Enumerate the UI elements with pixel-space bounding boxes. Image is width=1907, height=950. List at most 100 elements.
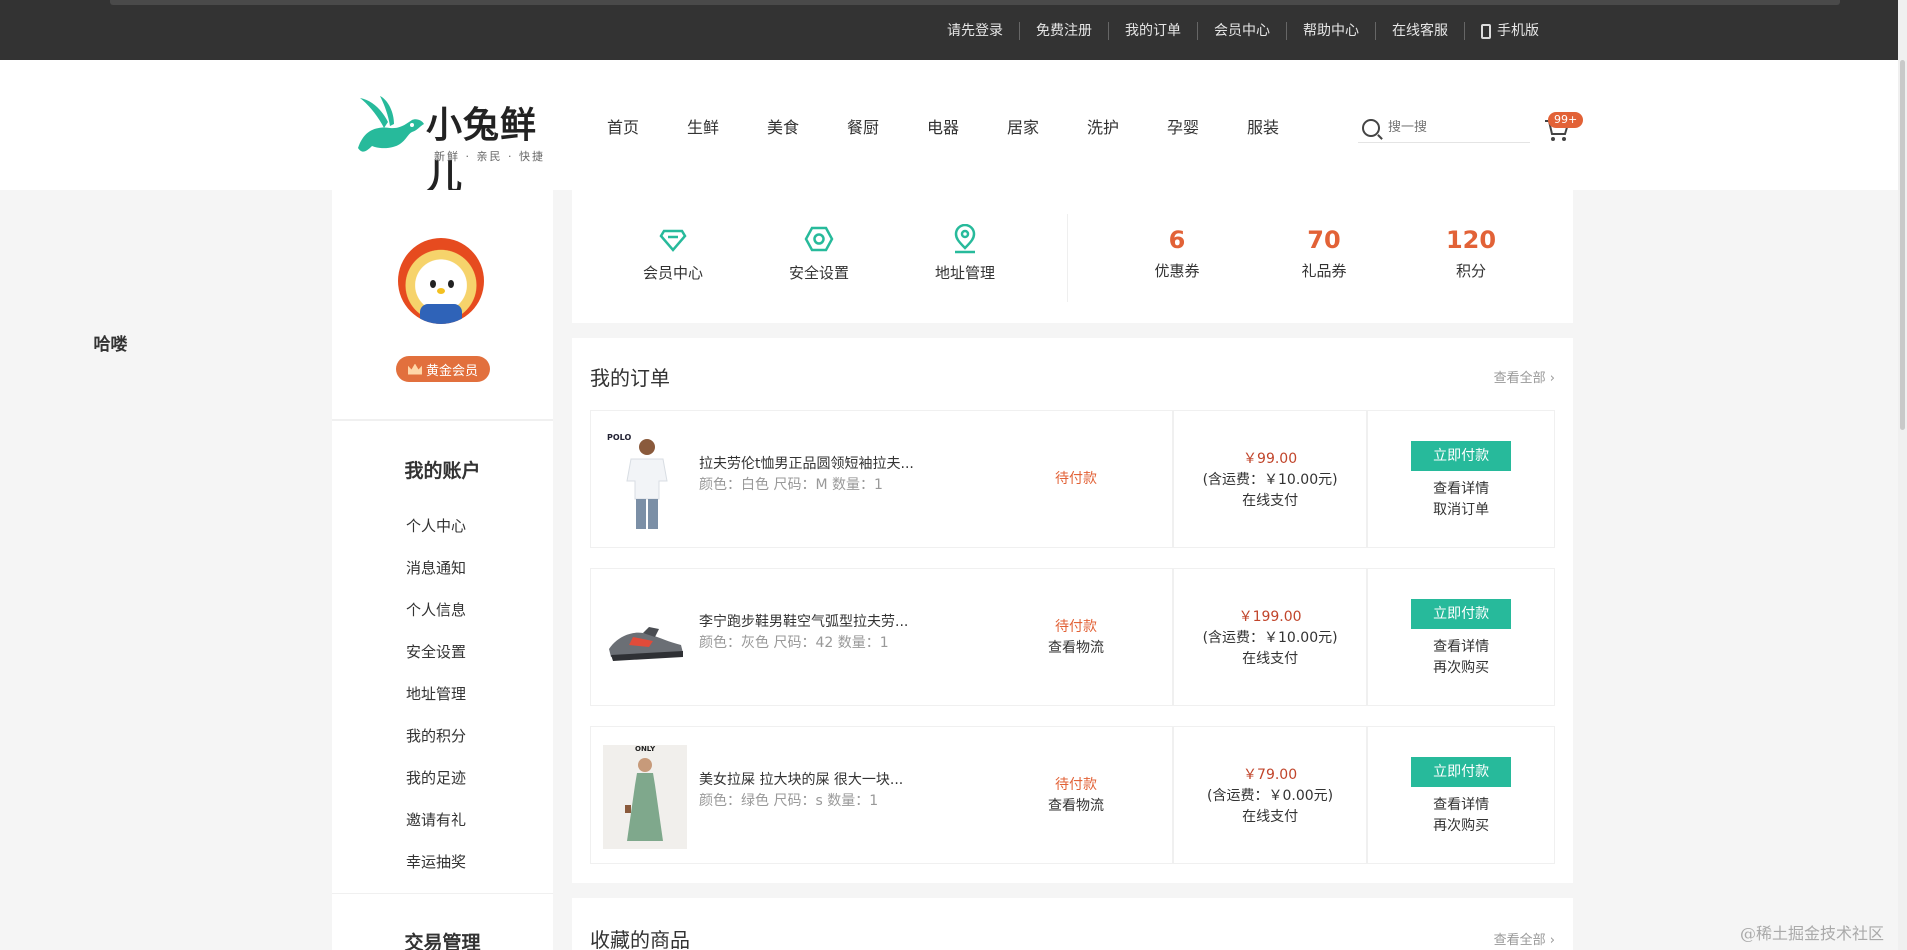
- stat-coupons[interactable]: 6 优惠券: [1117, 226, 1237, 281]
- running-shoe-image: [603, 587, 687, 691]
- avatar-face: [416, 262, 466, 304]
- quick-security[interactable]: 安全设置: [759, 224, 879, 283]
- order-status: 待付款: [1021, 469, 1131, 490]
- product-name[interactable]: 拉夫劳伦t恤男正品圆领短袖拉夫...: [699, 453, 914, 473]
- nav-appliance[interactable]: 电器: [903, 114, 983, 138]
- nav-home-living[interactable]: 居家: [983, 114, 1063, 138]
- menu-messages[interactable]: 消息通知: [406, 557, 466, 578]
- nav-clothing[interactable]: 服装: [1223, 114, 1303, 138]
- cart-badge: 99+: [1548, 112, 1584, 128]
- order-price: ￥79.00: [1243, 767, 1298, 783]
- quick-address[interactable]: 地址管理: [905, 223, 1025, 283]
- quick-label: 安全设置: [788, 264, 849, 282]
- phone-icon: [1481, 23, 1491, 39]
- menu-profile-info[interactable]: 个人信息: [406, 599, 466, 620]
- avatar-eye: [448, 280, 454, 288]
- pay-now-button[interactable]: 立即付款: [1411, 441, 1512, 471]
- top-links: 请先登录 免费注册 我的订单 会员中心 帮助中心 在线客服 手机版: [931, 22, 1555, 40]
- product-thumbnail[interactable]: ONLY: [603, 745, 687, 849]
- quick-label: 会员中心: [642, 264, 703, 282]
- order-shipping: (含运费：￥10.00元): [1202, 472, 1338, 488]
- avatar-body: [420, 304, 462, 324]
- page-scrollbar[interactable]: [1898, 0, 1907, 950]
- divider: [332, 893, 553, 894]
- nav-personal-care[interactable]: 洗护: [1063, 114, 1143, 138]
- view-detail-link[interactable]: 查看详情: [1368, 479, 1554, 500]
- crown-icon: [407, 363, 422, 375]
- order-shipping: (含运费：￥0.00元): [1207, 788, 1334, 804]
- order-status: 待付款 查看物流: [1021, 775, 1131, 817]
- menu-security[interactable]: 安全设置: [406, 641, 466, 662]
- menu-invite[interactable]: 邀请有礼: [406, 809, 466, 830]
- member-level-label: 黄金会员: [425, 363, 478, 379]
- search-icon[interactable]: [1362, 118, 1380, 137]
- order-status: 待付款 查看物流: [1021, 617, 1131, 659]
- view-logistics-link[interactable]: 查看物流: [1048, 640, 1104, 656]
- order-price-cell: ￥199.00 (含运费：￥10.00元) 在线支付: [1174, 569, 1369, 705]
- view-detail-link[interactable]: 查看详情: [1368, 637, 1554, 658]
- location-icon: [954, 223, 976, 254]
- orders-view-all-link[interactable]: 查看全部 ›: [1494, 367, 1555, 386]
- divider: [332, 420, 553, 421]
- cancel-order-link[interactable]: 取消订单: [1368, 500, 1554, 521]
- menu-points[interactable]: 我的积分: [406, 725, 466, 746]
- nav-kitchen[interactable]: 餐厨: [823, 114, 903, 138]
- product-attributes: 颜色：绿色 尺码：s 数量：1: [699, 793, 879, 809]
- order-price: ￥99.00: [1243, 451, 1298, 467]
- stat-gift-cards[interactable]: 70 礼品券: [1264, 226, 1384, 281]
- status-pending: 待付款: [1055, 777, 1097, 793]
- stat-points[interactable]: 120 积分: [1411, 226, 1531, 281]
- buy-again-link[interactable]: 再次购买: [1368, 816, 1554, 837]
- nav-baby[interactable]: 孕婴: [1143, 114, 1223, 138]
- logo-slogan: 新鲜 · 亲民 · 快捷: [434, 150, 545, 163]
- pay-now-button[interactable]: 立即付款: [1411, 757, 1512, 787]
- menu-personal-center[interactable]: 个人中心: [406, 515, 466, 536]
- trade-menu-title: 交易管理: [404, 932, 481, 950]
- orders-panel: 我的订单 查看全部 › POLO 拉夫劳伦t恤男正品圆领短袖拉夫... 颜色：白…: [572, 338, 1573, 883]
- product-name[interactable]: 美女拉屎 拉大块的屎 很大一块...: [699, 769, 903, 789]
- avatar[interactable]: [398, 238, 484, 324]
- menu-footprints[interactable]: 我的足迹: [406, 767, 466, 788]
- quick-member-center[interactable]: 会员中心: [613, 224, 733, 283]
- nav-fresh[interactable]: 生鲜: [663, 114, 743, 138]
- order-action-cell: 立即付款 查看详情 取消订单: [1368, 411, 1554, 547]
- register-link[interactable]: 免费注册: [1019, 22, 1108, 40]
- stat-label: 积分: [1455, 262, 1486, 280]
- view-logistics-link[interactable]: 查看物流: [1048, 798, 1104, 814]
- order-goods-cell: ONLY 美女拉屎 拉大块的屎 很大一块... 颜色：绿色 尺码：s 数量：1 …: [591, 727, 1174, 863]
- menu-address[interactable]: 地址管理: [406, 683, 466, 704]
- member-center-link[interactable]: 会员中心: [1197, 22, 1286, 40]
- stat-value: 120: [1445, 226, 1497, 254]
- status-pending: 待付款: [1055, 471, 1097, 487]
- order-pay-method: 在线支付: [1242, 809, 1299, 825]
- view-detail-link[interactable]: 查看详情: [1368, 795, 1554, 816]
- mobile-label: 手机版: [1497, 23, 1539, 39]
- nav-food[interactable]: 美食: [743, 114, 823, 138]
- search-input[interactable]: [1388, 120, 1523, 135]
- favorites-title: 收藏的商品: [590, 928, 690, 950]
- chevron-right-icon: ›: [1549, 371, 1555, 386]
- online-service-link[interactable]: 在线客服: [1375, 22, 1464, 40]
- product-thumbnail[interactable]: POLO: [603, 429, 687, 533]
- order-price: ￥199.00: [1238, 609, 1302, 625]
- favorites-view-all-link[interactable]: 查看全部 ›: [1494, 929, 1555, 948]
- product-thumbnail[interactable]: [603, 587, 687, 691]
- order-pay-method: 在线支付: [1242, 493, 1299, 509]
- order-goods-cell: POLO 拉夫劳伦t恤男正品圆领短袖拉夫... 颜色：白色 尺码：M 数量：1 …: [591, 411, 1174, 547]
- shield-icon: [804, 226, 834, 252]
- menu-lottery[interactable]: 幸运抽奖: [406, 851, 466, 872]
- order-row: ONLY 美女拉屎 拉大块的屎 很大一块... 颜色：绿色 尺码：s 数量：1 …: [590, 726, 1555, 864]
- my-orders-link[interactable]: 我的订单: [1108, 22, 1197, 40]
- mobile-link[interactable]: 手机版: [1464, 22, 1555, 40]
- pay-now-button[interactable]: 立即付款: [1411, 599, 1512, 629]
- nav-home[interactable]: 首页: [583, 114, 663, 138]
- site-logo[interactable]: 小兔鲜儿 新鲜 · 亲民 · 快捷: [354, 86, 564, 198]
- login-link[interactable]: 请先登录: [931, 22, 1019, 40]
- product-name[interactable]: 李宁跑步鞋男鞋空气弧型拉夫劳...: [699, 611, 908, 631]
- buy-again-link[interactable]: 再次购买: [1368, 658, 1554, 679]
- help-center-link[interactable]: 帮助中心: [1286, 22, 1375, 40]
- thumb-brand-label: POLO: [607, 433, 632, 442]
- avatar-nose: [437, 288, 445, 294]
- scrollbar-thumb[interactable]: [1900, 60, 1905, 430]
- main-nav: 首页 生鲜 美食 餐厨 电器 居家 洗护 孕婴 服装: [583, 114, 1303, 138]
